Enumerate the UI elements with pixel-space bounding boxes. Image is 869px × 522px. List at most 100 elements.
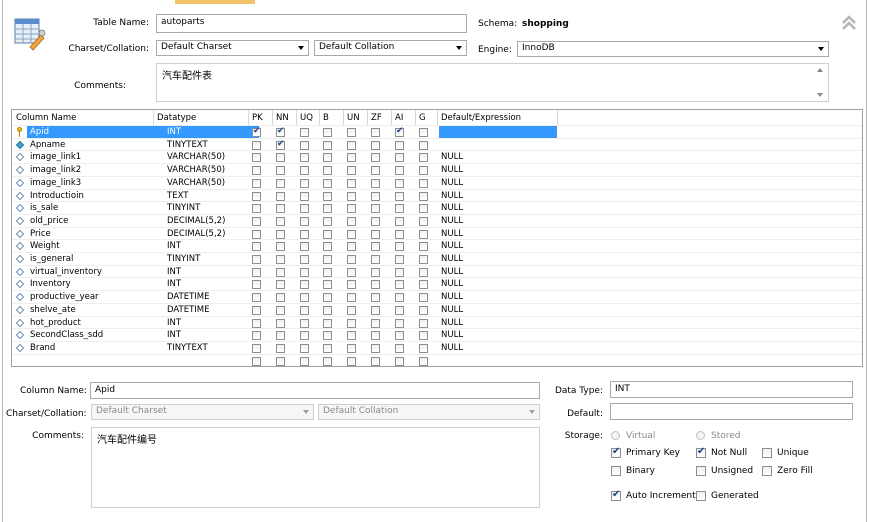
zf-checkbox[interactable]: [371, 178, 380, 188]
ai-checkbox[interactable]: [395, 356, 404, 366]
un-checkbox[interactable]: [347, 331, 356, 341]
column-name-cell[interactable]: old_price: [27, 215, 165, 227]
table-row[interactable]: hot_product INT NULL: [12, 315, 862, 329]
b-checkbox[interactable]: [323, 166, 332, 176]
table-row[interactable]: Weight INT NULL: [12, 239, 862, 252]
zf-checkbox[interactable]: [371, 191, 380, 201]
collapse-chevron-icon[interactable]: [840, 14, 858, 32]
column-name-cell[interactable]: image_link3: [27, 177, 165, 189]
uq-checkbox[interactable]: [300, 128, 309, 137]
zf-checkbox[interactable]: [371, 166, 380, 176]
uq-checkbox[interactable]: [300, 204, 309, 214]
b-checkbox[interactable]: [323, 153, 332, 163]
uq-checkbox[interactable]: [300, 356, 309, 366]
datatype-cell[interactable]: TINYTEXT: [165, 139, 259, 151]
b-checkbox[interactable]: [323, 267, 332, 277]
table-row[interactable]: Brand TINYTEXT NULL: [12, 340, 862, 354]
default-expression-cell[interactable]: [439, 355, 557, 366]
ai-checkbox[interactable]: [395, 126, 404, 137]
collation-select[interactable]: Default Collation: [314, 40, 467, 56]
uq-checkbox[interactable]: [300, 242, 309, 252]
uq-checkbox[interactable]: [300, 331, 309, 341]
nn-checkbox[interactable]: [276, 216, 285, 226]
column-header-ai[interactable]: AI: [395, 113, 403, 123]
b-checkbox[interactable]: [323, 140, 332, 150]
default-expression-cell[interactable]: NULL: [439, 266, 557, 278]
nn-checkbox[interactable]: [276, 305, 285, 315]
default-expression-cell[interactable]: NULL: [439, 190, 557, 202]
datatype-cell[interactable]: INT: [165, 317, 259, 329]
column-name-cell[interactable]: image_link2: [27, 164, 165, 176]
nn-checkbox[interactable]: [276, 255, 285, 264]
g-checkbox[interactable]: [419, 191, 428, 201]
table-row[interactable]: is_sale TINYINT NULL: [12, 201, 862, 214]
zero-fill-checkbox[interactable]: [762, 466, 772, 476]
un-checkbox[interactable]: [347, 128, 356, 137]
column-name-cell[interactable]: is_sale: [27, 202, 165, 214]
g-checkbox[interactable]: [419, 356, 428, 366]
ai-checkbox[interactable]: [395, 305, 404, 315]
engine-select[interactable]: InnoDB: [517, 41, 829, 57]
un-checkbox[interactable]: [347, 267, 356, 277]
nn-checkbox[interactable]: [276, 280, 285, 290]
unique-checkbox[interactable]: [762, 448, 772, 458]
b-checkbox[interactable]: [323, 204, 332, 214]
ai-checkbox[interactable]: [395, 293, 404, 303]
datatype-cell[interactable]: INT: [165, 266, 259, 278]
g-checkbox[interactable]: [419, 267, 428, 277]
datatype-cell[interactable]: DECIMAL(5,2): [165, 215, 259, 227]
column-header-nn[interactable]: NN: [276, 113, 289, 123]
table-row[interactable]: Apid INT: [12, 125, 862, 138]
b-checkbox[interactable]: [323, 178, 332, 188]
g-checkbox[interactable]: [419, 318, 428, 328]
ai-checkbox[interactable]: [395, 343, 404, 353]
un-checkbox[interactable]: [347, 318, 356, 328]
column-name-cell[interactable]: shelve_ate: [27, 304, 165, 316]
un-checkbox[interactable]: [347, 191, 356, 201]
b-checkbox[interactable]: [323, 255, 332, 264]
nn-checkbox[interactable]: [276, 267, 285, 277]
column-name-cell[interactable]: virtual_inventory: [27, 266, 165, 278]
datatype-cell[interactable]: [165, 355, 259, 366]
b-checkbox[interactable]: [323, 128, 332, 137]
default-expression-cell[interactable]: NULL: [439, 291, 557, 303]
datatype-cell[interactable]: VARCHAR(50): [165, 164, 259, 176]
table-row[interactable]: SecondClass_sdd INT NULL: [12, 328, 862, 341]
ai-checkbox[interactable]: [395, 191, 404, 201]
zf-checkbox[interactable]: [371, 229, 380, 239]
g-checkbox[interactable]: [419, 178, 428, 188]
default-expression-cell[interactable]: [439, 139, 557, 151]
zf-checkbox[interactable]: [371, 153, 380, 163]
column-header-b[interactable]: B: [323, 113, 329, 123]
uq-checkbox[interactable]: [300, 293, 309, 303]
column-name-cell[interactable]: Apname: [27, 139, 165, 151]
b-checkbox[interactable]: [323, 280, 332, 290]
table-row[interactable]: image_link1 VARCHAR(50) NULL: [12, 150, 862, 163]
column-header-g[interactable]: G: [419, 113, 426, 123]
uq-checkbox[interactable]: [300, 166, 309, 176]
datatype-cell[interactable]: DATETIME: [165, 291, 259, 303]
nn-checkbox[interactable]: [276, 191, 285, 201]
table-row[interactable]: shelve_ate DATETIME NULL: [12, 302, 862, 316]
default-expression-cell[interactable]: [439, 126, 557, 138]
default-expression-cell[interactable]: NULL: [439, 202, 557, 214]
un-checkbox[interactable]: [347, 255, 356, 264]
zf-checkbox[interactable]: [371, 356, 380, 366]
datatype-cell[interactable]: INT: [165, 329, 259, 341]
ai-checkbox[interactable]: [395, 204, 404, 214]
uq-checkbox[interactable]: [300, 140, 309, 150]
nn-checkbox[interactable]: [276, 204, 285, 214]
table-row[interactable]: image_link3 VARCHAR(50) NULL: [12, 175, 862, 189]
b-checkbox[interactable]: [323, 356, 332, 366]
generated-checkbox[interactable]: [696, 491, 706, 501]
g-checkbox[interactable]: [419, 343, 428, 353]
column-name-cell[interactable]: Introductioin: [27, 190, 165, 202]
binary-checkbox[interactable]: [611, 466, 621, 476]
default-expression-cell[interactable]: NULL: [439, 278, 557, 290]
g-checkbox[interactable]: [419, 166, 428, 176]
g-checkbox[interactable]: [419, 331, 428, 341]
ai-checkbox[interactable]: [395, 140, 404, 150]
datatype-cell[interactable]: VARCHAR(50): [165, 151, 259, 163]
column-name-cell[interactable]: image_link1: [27, 151, 165, 163]
column-name-cell[interactable]: [27, 355, 165, 366]
